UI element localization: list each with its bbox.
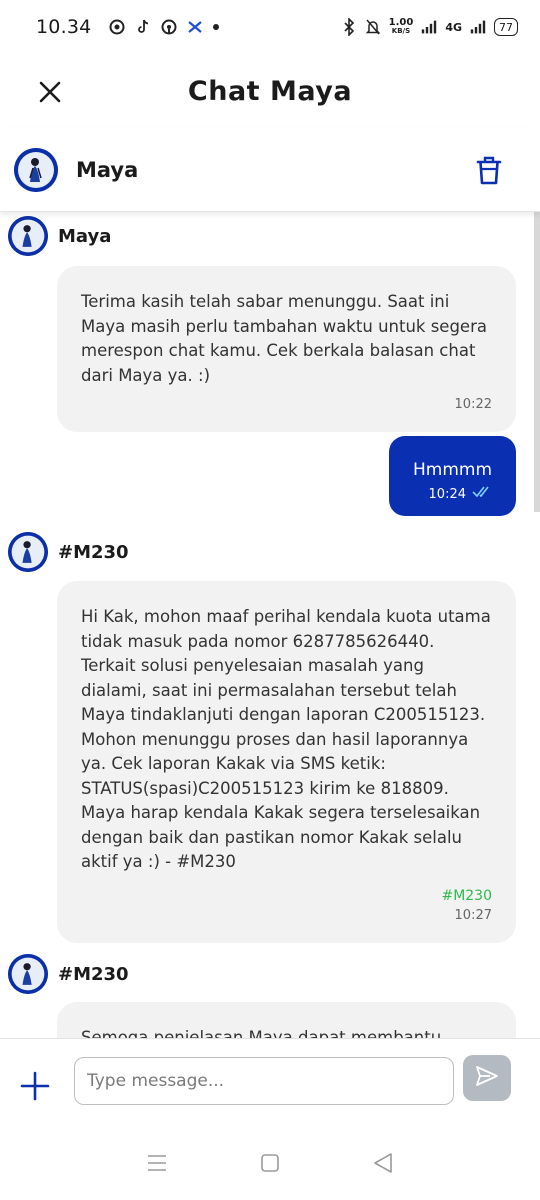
send-icon (475, 1065, 499, 1091)
signal-icon (421, 19, 437, 35)
avatar (8, 954, 48, 994)
system-icons: 1.00 KB/S 4G 77 (341, 18, 518, 36)
back-icon[interactable] (368, 1148, 398, 1178)
location-app-icon (161, 19, 177, 35)
tiktok-icon (135, 19, 151, 35)
message-text: Semoga penjelasan Maya dapat membantu Ka… (81, 1028, 442, 1038)
xl-app-icon (187, 19, 203, 35)
message-text: Terima kasih telah sabar menunggu. Saat … (81, 292, 487, 385)
message-input[interactable] (74, 1057, 454, 1105)
status-time: 10.34 (36, 16, 92, 38)
message-sender: #M230 (8, 954, 129, 994)
message-meta: 10:24 (413, 486, 492, 502)
read-receipt-icon (472, 486, 492, 502)
network-speed: 1.00 KB/S (388, 17, 414, 36)
message-sender: #M230 (8, 532, 129, 572)
message-text: Hi Kak, mohon maaf perihal kendala kuota… (81, 607, 491, 871)
close-icon[interactable] (34, 76, 66, 108)
bluetooth-icon (341, 18, 357, 36)
avatar (8, 216, 48, 256)
trash-icon[interactable] (474, 154, 504, 186)
more-notifications-icon (213, 24, 220, 30)
message-sender: Maya (8, 216, 111, 256)
mute-icon (365, 19, 381, 35)
menu-icon[interactable] (142, 1148, 172, 1178)
message-time: 10:22 (454, 397, 492, 412)
incoming-message: Semoga penjelasan Maya dapat membantu Ka… (57, 1002, 516, 1038)
contact-name: Maya (76, 157, 139, 182)
system-nav-bar (0, 1126, 540, 1200)
status-bar: 10.34 1.00 KB/S 4G 77 (0, 0, 540, 54)
contact-header: Maya (0, 128, 540, 212)
signal-icon-2 (470, 19, 486, 35)
notification-icons (109, 19, 220, 35)
message-time: 10:27 (454, 907, 492, 923)
battery-indicator: 77 (494, 18, 518, 36)
avatar (8, 532, 48, 572)
message-input-bar (0, 1038, 540, 1126)
page-title: Chat Maya (187, 75, 353, 107)
sender-name: Maya (58, 225, 112, 247)
chat-area[interactable]: Maya Terima kasih telah sabar menunggu. … (0, 212, 540, 1038)
scrollbar[interactable] (534, 212, 540, 512)
message-time: 10:24 (428, 486, 466, 502)
plus-icon[interactable] (20, 1071, 50, 1101)
sender-name: #M230 (58, 963, 129, 985)
home-icon[interactable] (255, 1148, 285, 1178)
agent-tag: #M230 (441, 887, 492, 904)
send-button[interactable] (463, 1055, 511, 1101)
incoming-message: Hi Kak, mohon maaf perihal kendala kuota… (57, 581, 516, 943)
app-bar: Chat Maya (0, 54, 540, 128)
incoming-message: Terima kasih telah sabar menunggu. Saat … (57, 266, 516, 432)
network-type: 4G (445, 20, 462, 34)
outgoing-message: Hmmmm 10:24 (389, 436, 516, 516)
sender-name: #M230 (58, 541, 129, 563)
record-icon (109, 19, 125, 35)
message-text: Hmmmm (413, 460, 493, 480)
avatar (14, 147, 58, 192)
